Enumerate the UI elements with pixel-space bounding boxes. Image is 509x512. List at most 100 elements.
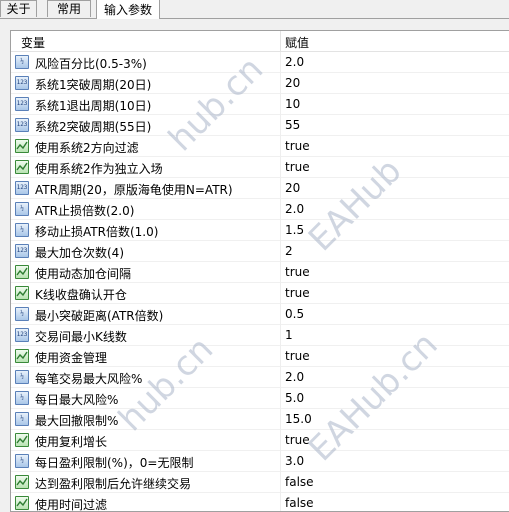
double-icon: ½ bbox=[15, 370, 29, 384]
column-header-variable[interactable]: 变量 bbox=[21, 34, 45, 51]
column-divider[interactable] bbox=[280, 31, 281, 51]
variable-name: 使用复利增长 bbox=[35, 435, 108, 449]
table-row[interactable]: ½ 最大回撤限制% 15.0 bbox=[11, 409, 509, 430]
variable-name: 移动止损ATR倍数(1.0) bbox=[35, 225, 159, 239]
table-row[interactable]: ½ ATR止损倍数(2.0) 2.0 bbox=[11, 199, 509, 220]
table-row[interactable]: ½ 每笔交易最大风险% 2.0 bbox=[11, 367, 509, 388]
integer-icon: 123 bbox=[15, 97, 29, 111]
table-row[interactable]: 123 系统1突破周期(20日) 20 bbox=[11, 73, 509, 94]
cell-divider bbox=[280, 388, 281, 409]
variable-value[interactable]: true bbox=[285, 433, 310, 447]
table-row[interactable]: K线收盘确认开仓 true bbox=[11, 283, 509, 304]
variable-value[interactable]: false bbox=[285, 475, 314, 489]
table-row[interactable]: ½ 每日盈利限制(%)，0=无限制 3.0 bbox=[11, 451, 509, 472]
column-header-value[interactable]: 赋值 bbox=[285, 34, 309, 51]
variable-name: 交易间最小K线数 bbox=[35, 330, 127, 344]
variable-value[interactable]: true bbox=[285, 160, 310, 174]
cell-divider bbox=[280, 52, 281, 73]
variable-value[interactable]: 2.0 bbox=[285, 202, 304, 216]
tab-bar: 关于 常用 输入参数 bbox=[0, 0, 509, 19]
variable-name: 系统2突破周期(55日) bbox=[35, 120, 152, 134]
table-row[interactable]: 使用资金管理 true bbox=[11, 346, 509, 367]
variable-value[interactable]: 2.0 bbox=[285, 55, 304, 69]
double-icon: ½ bbox=[15, 223, 29, 237]
tab-inputs[interactable]: 输入参数 bbox=[96, 0, 160, 19]
boolean-icon bbox=[15, 265, 29, 279]
variable-name: 使用资金管理 bbox=[35, 351, 108, 365]
boolean-icon bbox=[15, 496, 29, 510]
table-row[interactable]: 使用复利增长 true bbox=[11, 430, 509, 451]
variable-value[interactable]: true bbox=[285, 286, 310, 300]
cell-divider bbox=[280, 304, 281, 325]
boolean-icon bbox=[15, 160, 29, 174]
table-row[interactable]: 使用系统2作为独立入场 true bbox=[11, 157, 509, 178]
variable-value[interactable]: true bbox=[285, 139, 310, 153]
variable-value[interactable]: 55 bbox=[285, 118, 300, 132]
table-row[interactable]: 使用系统2方向过滤 true bbox=[11, 136, 509, 157]
cell-divider bbox=[280, 430, 281, 451]
table-row[interactable]: 使用动态加仓间隔 true bbox=[11, 262, 509, 283]
variable-value[interactable]: true bbox=[285, 265, 310, 279]
cell-divider bbox=[280, 178, 281, 199]
inputs-table: 变量 赋值 ½ 风险百分比(0.5-3%) 2.0 123 系统1突破周期(20日) 20… bbox=[10, 30, 509, 512]
table-row[interactable]: 123 最大加仓次数(4) 2 bbox=[11, 241, 509, 262]
table-row[interactable]: ½ 最小突破距离(ATR倍数) 0.5 bbox=[11, 304, 509, 325]
boolean-icon bbox=[15, 475, 29, 489]
variable-value[interactable]: 10 bbox=[285, 97, 300, 111]
table-row[interactable]: 123 交易间最小K线数 1 bbox=[11, 325, 509, 346]
variable-value[interactable]: true bbox=[285, 349, 310, 363]
cell-divider bbox=[280, 157, 281, 178]
variable-name: 最大加仓次数(4) bbox=[35, 246, 124, 260]
table-row[interactable]: ½ 风险百分比(0.5-3%) 2.0 bbox=[11, 52, 509, 73]
boolean-icon bbox=[15, 139, 29, 153]
variable-name: ATR周期(20，原版海龟使用N=ATR) bbox=[35, 183, 233, 197]
variable-value[interactable]: 20 bbox=[285, 181, 300, 195]
table-row[interactable]: ½ 移动止损ATR倍数(1.0) 1.5 bbox=[11, 220, 509, 241]
variable-name: 最大回撤限制% bbox=[35, 414, 119, 428]
variable-name: 使用时间过滤 bbox=[35, 498, 108, 512]
double-icon: ½ bbox=[15, 412, 29, 426]
variable-value[interactable]: 5.0 bbox=[285, 391, 304, 405]
variable-value[interactable]: 0.5 bbox=[285, 307, 304, 321]
table-row[interactable]: ½ 每日最大风险% 5.0 bbox=[11, 388, 509, 409]
cell-divider bbox=[280, 73, 281, 94]
cell-divider bbox=[280, 451, 281, 472]
cell-divider bbox=[280, 367, 281, 388]
variable-value[interactable]: 3.0 bbox=[285, 454, 304, 468]
cell-divider bbox=[280, 94, 281, 115]
variable-name: K线收盘确认开仓 bbox=[35, 288, 127, 302]
table-row[interactable]: 使用时间过滤 false bbox=[11, 493, 509, 512]
tab-common[interactable]: 常用 bbox=[47, 0, 91, 17]
variable-value[interactable]: 20 bbox=[285, 76, 300, 90]
variable-value[interactable]: 2.0 bbox=[285, 370, 304, 384]
cell-divider bbox=[280, 199, 281, 220]
variable-name: 使用系统2方向过滤 bbox=[35, 141, 139, 155]
variable-name: 系统1突破周期(20日) bbox=[35, 78, 152, 92]
double-icon: ½ bbox=[15, 55, 29, 69]
variable-value[interactable]: false bbox=[285, 496, 314, 510]
cell-divider bbox=[280, 325, 281, 346]
variable-value[interactable]: 1.5 bbox=[285, 223, 304, 237]
boolean-icon bbox=[15, 433, 29, 447]
cell-divider bbox=[280, 493, 281, 511]
cell-divider bbox=[280, 346, 281, 367]
double-icon: ½ bbox=[15, 202, 29, 216]
table-row[interactable]: 123 ATR周期(20，原版海龟使用N=ATR) 20 bbox=[11, 178, 509, 199]
double-icon: ½ bbox=[15, 454, 29, 468]
table-row[interactable]: 123 系统1退出周期(10日) 10 bbox=[11, 94, 509, 115]
variable-name: 风险百分比(0.5-3%) bbox=[35, 57, 147, 71]
table-header: 变量 赋值 bbox=[11, 31, 509, 52]
cell-divider bbox=[280, 409, 281, 430]
cell-divider bbox=[280, 472, 281, 493]
table-row[interactable]: 123 系统2突破周期(55日) 55 bbox=[11, 115, 509, 136]
variable-value[interactable]: 1 bbox=[285, 328, 293, 342]
variable-value[interactable]: 15.0 bbox=[285, 412, 312, 426]
double-icon: ½ bbox=[15, 391, 29, 405]
boolean-icon bbox=[15, 349, 29, 363]
boolean-icon bbox=[15, 286, 29, 300]
double-icon: ½ bbox=[15, 307, 29, 321]
tab-about[interactable]: 关于 bbox=[0, 0, 37, 17]
variable-value[interactable]: 2 bbox=[285, 244, 293, 258]
table-row[interactable]: 达到盈利限制后允许继续交易 false bbox=[11, 472, 509, 493]
variable-name: 系统1退出周期(10日) bbox=[35, 99, 152, 113]
